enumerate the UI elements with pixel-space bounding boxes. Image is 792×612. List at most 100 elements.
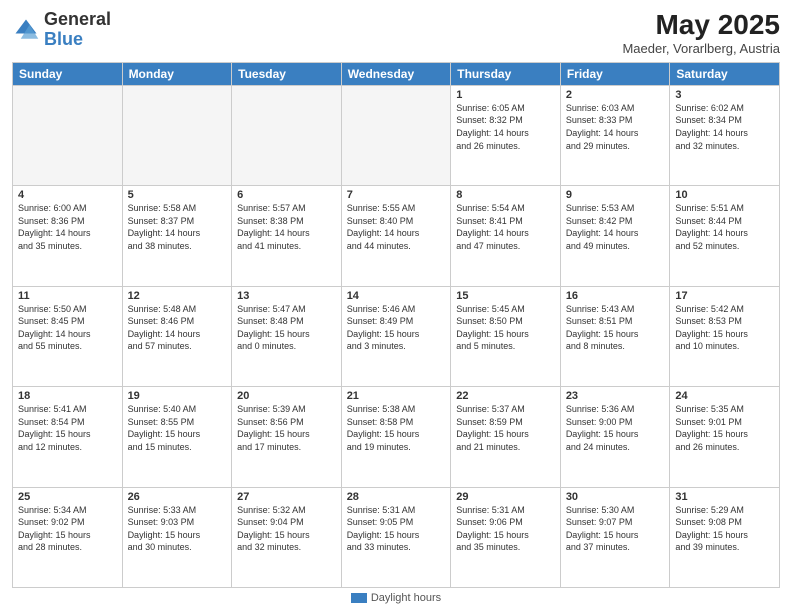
day-info: Sunrise: 6:02 AM Sunset: 8:34 PM Dayligh…	[675, 102, 774, 152]
day-cell-2: 2Sunrise: 6:03 AM Sunset: 8:33 PM Daylig…	[560, 85, 670, 185]
location: Maeder, Vorarlberg, Austria	[622, 41, 780, 56]
day-cell-30: 30Sunrise: 5:30 AM Sunset: 9:07 PM Dayli…	[560, 487, 670, 587]
day-number: 18	[18, 390, 117, 402]
logo: General Blue	[12, 10, 111, 50]
day-number: 6	[237, 189, 336, 201]
day-number: 19	[128, 390, 227, 402]
day-cell-empty	[122, 85, 232, 185]
day-number: 11	[18, 290, 117, 302]
day-cell-13: 13Sunrise: 5:47 AM Sunset: 8:48 PM Dayli…	[232, 286, 342, 386]
day-cell-19: 19Sunrise: 5:40 AM Sunset: 8:55 PM Dayli…	[122, 387, 232, 487]
day-number: 31	[675, 491, 774, 503]
footer-label: Daylight hours	[371, 592, 441, 604]
day-info: Sunrise: 6:05 AM Sunset: 8:32 PM Dayligh…	[456, 102, 555, 152]
day-number: 1	[456, 89, 555, 101]
day-info: Sunrise: 5:33 AM Sunset: 9:03 PM Dayligh…	[128, 504, 227, 554]
day-number: 22	[456, 390, 555, 402]
weekday-header-wednesday: Wednesday	[341, 62, 451, 85]
day-cell-31: 31Sunrise: 5:29 AM Sunset: 9:08 PM Dayli…	[670, 487, 780, 587]
day-number: 4	[18, 189, 117, 201]
day-number: 15	[456, 290, 555, 302]
day-info: Sunrise: 5:40 AM Sunset: 8:55 PM Dayligh…	[128, 403, 227, 453]
footer: Daylight hours	[12, 588, 780, 604]
day-info: Sunrise: 5:37 AM Sunset: 8:59 PM Dayligh…	[456, 403, 555, 453]
month-title: May 2025	[622, 10, 780, 41]
day-number: 13	[237, 290, 336, 302]
day-cell-3: 3Sunrise: 6:02 AM Sunset: 8:34 PM Daylig…	[670, 85, 780, 185]
day-cell-6: 6Sunrise: 5:57 AM Sunset: 8:38 PM Daylig…	[232, 186, 342, 286]
day-cell-20: 20Sunrise: 5:39 AM Sunset: 8:56 PM Dayli…	[232, 387, 342, 487]
weekday-header-row: SundayMondayTuesdayWednesdayThursdayFrid…	[13, 62, 780, 85]
day-info: Sunrise: 5:41 AM Sunset: 8:54 PM Dayligh…	[18, 403, 117, 453]
weekday-header-tuesday: Tuesday	[232, 62, 342, 85]
weekday-header-sunday: Sunday	[13, 62, 123, 85]
day-info: Sunrise: 5:58 AM Sunset: 8:37 PM Dayligh…	[128, 202, 227, 252]
day-cell-10: 10Sunrise: 5:51 AM Sunset: 8:44 PM Dayli…	[670, 186, 780, 286]
day-info: Sunrise: 5:34 AM Sunset: 9:02 PM Dayligh…	[18, 504, 117, 554]
day-info: Sunrise: 5:31 AM Sunset: 9:06 PM Dayligh…	[456, 504, 555, 554]
day-info: Sunrise: 6:00 AM Sunset: 8:36 PM Dayligh…	[18, 202, 117, 252]
day-cell-27: 27Sunrise: 5:32 AM Sunset: 9:04 PM Dayli…	[232, 487, 342, 587]
day-number: 14	[347, 290, 446, 302]
day-cell-15: 15Sunrise: 5:45 AM Sunset: 8:50 PM Dayli…	[451, 286, 561, 386]
day-cell-empty	[232, 85, 342, 185]
day-number: 17	[675, 290, 774, 302]
day-number: 10	[675, 189, 774, 201]
day-number: 16	[566, 290, 665, 302]
day-info: Sunrise: 5:51 AM Sunset: 8:44 PM Dayligh…	[675, 202, 774, 252]
day-cell-8: 8Sunrise: 5:54 AM Sunset: 8:41 PM Daylig…	[451, 186, 561, 286]
day-info: Sunrise: 5:57 AM Sunset: 8:38 PM Dayligh…	[237, 202, 336, 252]
day-cell-7: 7Sunrise: 5:55 AM Sunset: 8:40 PM Daylig…	[341, 186, 451, 286]
day-info: Sunrise: 5:43 AM Sunset: 8:51 PM Dayligh…	[566, 303, 665, 353]
day-info: Sunrise: 5:50 AM Sunset: 8:45 PM Dayligh…	[18, 303, 117, 353]
day-number: 20	[237, 390, 336, 402]
day-info: Sunrise: 5:30 AM Sunset: 9:07 PM Dayligh…	[566, 504, 665, 554]
weekday-header-saturday: Saturday	[670, 62, 780, 85]
logo-text: General Blue	[44, 10, 111, 50]
day-cell-4: 4Sunrise: 6:00 AM Sunset: 8:36 PM Daylig…	[13, 186, 123, 286]
calendar-table: SundayMondayTuesdayWednesdayThursdayFrid…	[12, 62, 780, 588]
day-number: 5	[128, 189, 227, 201]
logo-blue-text: Blue	[44, 29, 83, 49]
day-number: 28	[347, 491, 446, 503]
day-info: Sunrise: 5:55 AM Sunset: 8:40 PM Dayligh…	[347, 202, 446, 252]
day-cell-14: 14Sunrise: 5:46 AM Sunset: 8:49 PM Dayli…	[341, 286, 451, 386]
week-row-5: 25Sunrise: 5:34 AM Sunset: 9:02 PM Dayli…	[13, 487, 780, 587]
title-block: May 2025 Maeder, Vorarlberg, Austria	[622, 10, 780, 56]
day-info: Sunrise: 5:36 AM Sunset: 9:00 PM Dayligh…	[566, 403, 665, 453]
day-cell-18: 18Sunrise: 5:41 AM Sunset: 8:54 PM Dayli…	[13, 387, 123, 487]
day-cell-5: 5Sunrise: 5:58 AM Sunset: 8:37 PM Daylig…	[122, 186, 232, 286]
day-info: Sunrise: 6:03 AM Sunset: 8:33 PM Dayligh…	[566, 102, 665, 152]
weekday-header-thursday: Thursday	[451, 62, 561, 85]
day-cell-28: 28Sunrise: 5:31 AM Sunset: 9:05 PM Dayli…	[341, 487, 451, 587]
weekday-header-friday: Friday	[560, 62, 670, 85]
day-cell-17: 17Sunrise: 5:42 AM Sunset: 8:53 PM Dayli…	[670, 286, 780, 386]
day-info: Sunrise: 5:32 AM Sunset: 9:04 PM Dayligh…	[237, 504, 336, 554]
logo-general-text: General	[44, 9, 111, 29]
day-cell-25: 25Sunrise: 5:34 AM Sunset: 9:02 PM Dayli…	[13, 487, 123, 587]
day-number: 3	[675, 89, 774, 101]
logo-icon	[12, 16, 40, 44]
day-info: Sunrise: 5:54 AM Sunset: 8:41 PM Dayligh…	[456, 202, 555, 252]
day-info: Sunrise: 5:45 AM Sunset: 8:50 PM Dayligh…	[456, 303, 555, 353]
day-info: Sunrise: 5:42 AM Sunset: 8:53 PM Dayligh…	[675, 303, 774, 353]
day-number: 24	[675, 390, 774, 402]
day-number: 27	[237, 491, 336, 503]
day-number: 8	[456, 189, 555, 201]
day-cell-26: 26Sunrise: 5:33 AM Sunset: 9:03 PM Dayli…	[122, 487, 232, 587]
day-cell-24: 24Sunrise: 5:35 AM Sunset: 9:01 PM Dayli…	[670, 387, 780, 487]
day-number: 23	[566, 390, 665, 402]
day-info: Sunrise: 5:53 AM Sunset: 8:42 PM Dayligh…	[566, 202, 665, 252]
day-info: Sunrise: 5:47 AM Sunset: 8:48 PM Dayligh…	[237, 303, 336, 353]
day-info: Sunrise: 5:39 AM Sunset: 8:56 PM Dayligh…	[237, 403, 336, 453]
weekday-header-monday: Monday	[122, 62, 232, 85]
day-cell-12: 12Sunrise: 5:48 AM Sunset: 8:46 PM Dayli…	[122, 286, 232, 386]
day-info: Sunrise: 5:48 AM Sunset: 8:46 PM Dayligh…	[128, 303, 227, 353]
day-cell-16: 16Sunrise: 5:43 AM Sunset: 8:51 PM Dayli…	[560, 286, 670, 386]
day-cell-23: 23Sunrise: 5:36 AM Sunset: 9:00 PM Dayli…	[560, 387, 670, 487]
day-number: 26	[128, 491, 227, 503]
day-info: Sunrise: 5:29 AM Sunset: 9:08 PM Dayligh…	[675, 504, 774, 554]
header: General Blue May 2025 Maeder, Vorarlberg…	[12, 10, 780, 56]
day-number: 9	[566, 189, 665, 201]
day-cell-11: 11Sunrise: 5:50 AM Sunset: 8:45 PM Dayli…	[13, 286, 123, 386]
